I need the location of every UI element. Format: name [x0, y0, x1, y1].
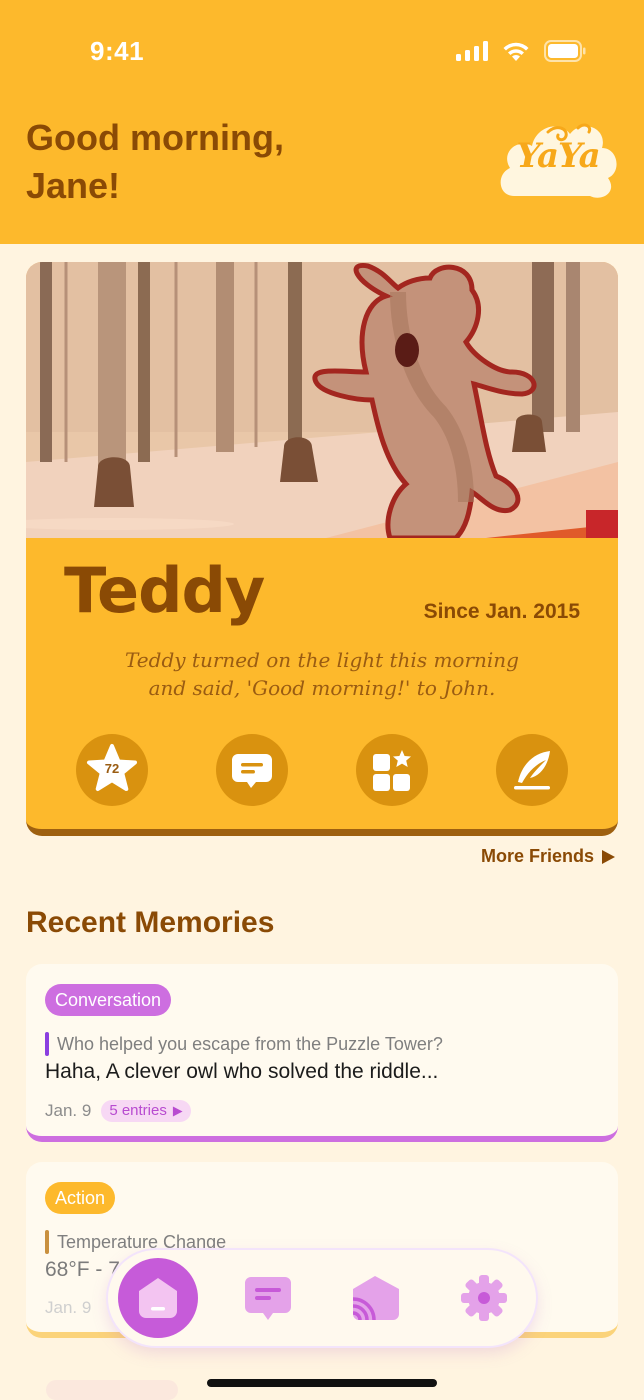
tab-home[interactable] [118, 1258, 198, 1338]
question-bar [45, 1230, 49, 1254]
memory-meta: Jan. 9 [45, 1298, 91, 1318]
yaya-logo: YaYa [496, 112, 620, 204]
feed-icon [352, 1276, 399, 1321]
memory-date: Jan. 9 [45, 1101, 92, 1120]
tab-bar [108, 1250, 536, 1346]
logo-text: YaYa [516, 136, 600, 176]
more-friends-link[interactable]: More Friends [481, 846, 616, 867]
header: 9:41 Good morning, Jane! YaYa [0, 0, 644, 244]
signal-icon [456, 41, 488, 66]
quote-line: Teddy turned on the light this morning [125, 648, 519, 672]
friend-actions: 72 [76, 734, 568, 806]
question-bar [45, 1032, 49, 1056]
question-text: Who helped you escape from the Puzzle To… [57, 1033, 443, 1054]
tab-feed[interactable] [336, 1258, 416, 1338]
collection-button[interactable] [356, 734, 428, 806]
status-bar: 9:41 [0, 0, 644, 100]
friend-since: Since Jan. 2015 [423, 600, 580, 623]
quill-icon [514, 751, 550, 790]
more-friends-label: More Friends [480, 846, 594, 866]
memory-meta: Jan. 9 5 entries [45, 1100, 191, 1122]
entries-badge[interactable]: 5 entries [101, 1100, 191, 1122]
star-count: 72 [104, 761, 120, 776]
greeting-name: Jane! [26, 165, 121, 206]
memory-answer: 68°F - 7 [45, 1258, 120, 1281]
battery-icon [544, 40, 586, 67]
home-icon [139, 1278, 177, 1318]
stars-button[interactable]: 72 [76, 734, 148, 806]
wifi-icon [502, 41, 530, 66]
teddy-illustration [26, 262, 618, 538]
quote-line: and said, 'Good morning!' to John. [148, 676, 496, 700]
friend-name: Teddy [64, 554, 265, 627]
home-indicator[interactable] [207, 1379, 437, 1387]
memory-question: Who helped you escape from the Puzzle To… [45, 1032, 443, 1056]
section-title: Recent Memories [26, 906, 275, 939]
chat-bubble-icon [232, 754, 272, 788]
memory-answer: Haha, A clever owl who solved the riddle… [45, 1060, 439, 1083]
diary-button[interactable] [496, 734, 568, 806]
collection-icon [373, 750, 411, 791]
tab-settings[interactable] [444, 1258, 524, 1338]
memory-card[interactable]: Conversation Who helped you escape from … [26, 964, 618, 1142]
memory-card-peek [46, 1380, 178, 1400]
friend-quote: Teddy turned on the light this morning a… [66, 646, 578, 702]
friend-card[interactable]: Teddy Since Jan. 2015 Teddy turned on th… [26, 262, 618, 836]
greeting: Good morning, Jane! [26, 114, 366, 210]
memory-date: Jan. 9 [45, 1298, 92, 1317]
play-arrow-icon [172, 1105, 183, 1117]
memory-tag: Conversation [45, 984, 172, 1016]
chat-icon [245, 1277, 291, 1320]
chat-button[interactable] [216, 734, 288, 806]
play-arrow-icon [602, 849, 615, 864]
status-time: 9:41 [90, 36, 145, 66]
settings-icon [461, 1275, 507, 1321]
greeting-line: Good morning, [26, 117, 284, 158]
entries-label: 5 entries [109, 1102, 167, 1119]
status-icons [456, 40, 586, 67]
tab-chat[interactable] [228, 1258, 308, 1338]
memory-tag: Action [45, 1182, 116, 1214]
